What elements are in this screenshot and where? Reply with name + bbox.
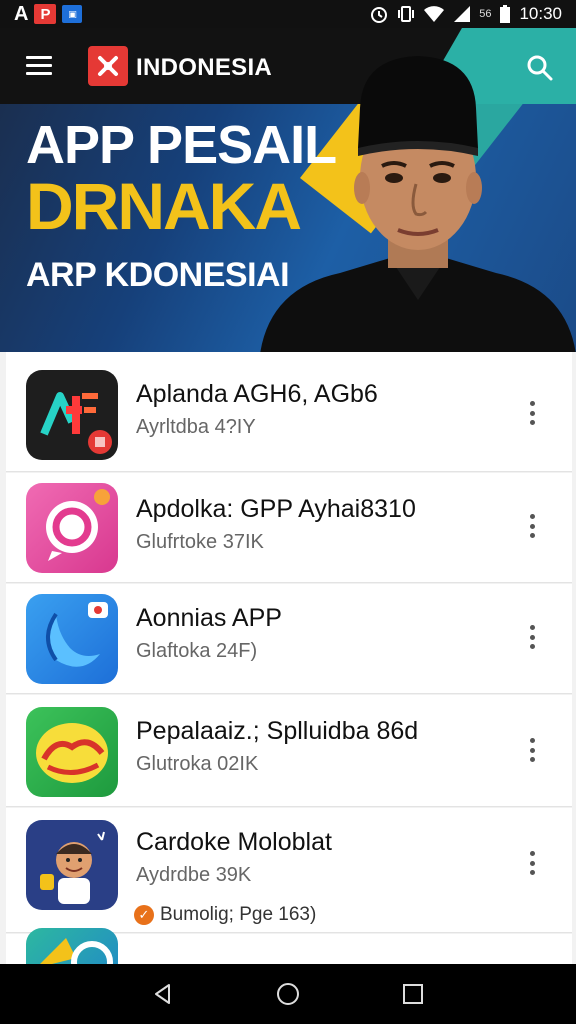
home-button[interactable] <box>273 979 303 1009</box>
wifi-icon <box>423 5 445 23</box>
app-icon-aonnias <box>26 594 118 684</box>
menu-button[interactable] <box>26 56 52 76</box>
more-options-button[interactable] <box>522 398 542 428</box>
system-nav-bar <box>0 964 576 1024</box>
more-options-button[interactable] <box>522 622 542 652</box>
network-type: 56 <box>479 8 492 20</box>
app-extra-info: ✓ Bumolig; Pge 163) <box>134 904 316 926</box>
banner-headline-3: ARP KDONESIAI <box>26 256 290 294</box>
app-icon-pepalaaiz <box>26 707 118 797</box>
more-options-button[interactable] <box>522 848 542 878</box>
hamburger-icon <box>26 56 52 59</box>
app-title: Aplanda AGH6, AGb6 <box>136 380 378 408</box>
app-subtitle: Glufrtoke 37IK <box>136 531 264 553</box>
back-icon <box>154 984 170 1004</box>
home-icon <box>276 983 299 1005</box>
app-icon-aplanda <box>26 370 118 460</box>
app-list: Aplanda AGH6, AGb6 Ayrltdba 4?IY Apdolka… <box>0 352 576 964</box>
brand-name: INDONESIA <box>136 54 273 81</box>
app-subtitle: Glaftoka 24F) <box>136 640 258 662</box>
status-photo-icon: ▣ <box>62 5 83 23</box>
status-app-letter: A <box>14 2 29 25</box>
more-options-button[interactable] <box>522 511 542 541</box>
check-badge-icon: ✓ <box>134 905 154 925</box>
recents-button[interactable] <box>398 979 428 1009</box>
signal-icon <box>453 5 471 23</box>
app-title: Cardoke Moloblat <box>136 828 332 856</box>
app-subtitle: Glutroka 02IK <box>136 753 259 775</box>
status-bar: A P ▣ 56 10:30 <box>0 0 576 28</box>
app-title: Apdolka: GPP Ayhai8310 <box>136 495 416 523</box>
app-title: Pepalaaiz.; Splluidba 86d <box>136 717 419 745</box>
app-title: Aonnias APP <box>136 604 282 632</box>
app-icon-cardoke <box>26 820 118 910</box>
alarm-icon <box>369 4 389 24</box>
list-item[interactable]: Aplanda AGH6, AGb6 Ayrltdba 4?IY <box>6 352 572 472</box>
list-item[interactable]: Aonnias APP Glaftoka 24F) <box>6 584 572 694</box>
status-time: 10:30 <box>519 4 562 23</box>
app-icon-partial <box>26 928 118 964</box>
brand-logo-icon <box>88 46 128 86</box>
app-extra-text: Bumolig; Pge 163) <box>160 904 317 925</box>
vibrate-icon <box>397 5 415 23</box>
recents-icon <box>403 984 424 1004</box>
list-item[interactable]: Pepalaaiz.; Splluidba 86d Glutroka 02IK <box>6 695 572 807</box>
list-item[interactable]: Cardoke Moloblat Aydrdbe 39K ✓ Bumolig; … <box>6 808 572 933</box>
hero-banner: INDONESIA APP PESAIL DRNAKA ARP KDONESIA… <box>0 28 576 352</box>
app-subtitle: Ayrltdba 4?IY <box>136 416 256 438</box>
app-subtitle: Aydrdbe 39K <box>136 864 252 886</box>
more-options-button[interactable] <box>522 735 542 765</box>
back-button[interactable] <box>148 979 178 1009</box>
banner-person-photo <box>260 56 576 352</box>
list-item[interactable] <box>6 928 572 964</box>
app-icon-apdolka <box>26 483 118 573</box>
banner-headline-2: DRNAKA <box>26 169 302 243</box>
status-notification-badge: P <box>34 4 57 24</box>
battery-icon <box>499 4 511 24</box>
list-item[interactable]: Apdolka: GPP Ayhai8310 Glufrtoke 37IK <box>6 473 572 583</box>
